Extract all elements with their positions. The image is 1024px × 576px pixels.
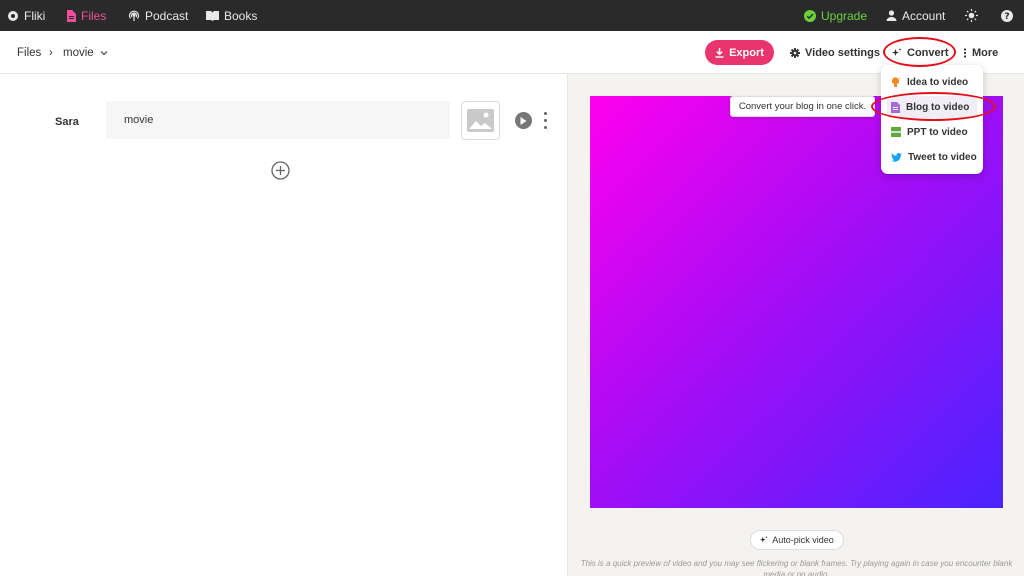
dot-icon <box>543 119 547 122</box>
breadcrumb-separator: › <box>49 31 53 74</box>
upgrade-button[interactable]: Upgrade <box>804 0 867 31</box>
top-navigation-bar: Fliki Files Podcast Books Upgrade Accoun… <box>0 0 1024 31</box>
more-label: More <box>972 46 999 59</box>
play-icon <box>520 116 527 125</box>
brand-logo[interactable]: Fliki <box>7 0 45 31</box>
chevron-down-icon <box>100 50 108 55</box>
theme-toggle-button[interactable] <box>965 0 978 31</box>
account-button[interactable]: Account <box>886 0 945 31</box>
project-header: Files › movie Export Video settings Conv… <box>0 31 1024 74</box>
more-vertical-icon <box>963 47 967 58</box>
nav-books-label: Books <box>224 8 258 23</box>
menu-item-label: Idea to video <box>907 76 969 88</box>
file-icon <box>67 9 76 22</box>
menu-item-label: Tweet to video <box>908 151 977 163</box>
breadcrumb-current-file[interactable]: movie <box>63 31 108 74</box>
slides-icon <box>891 127 901 137</box>
nav-files-label: Files <box>81 8 107 23</box>
play-scene-button[interactable] <box>515 112 532 129</box>
add-scene-button[interactable] <box>271 161 290 180</box>
brand-name: Fliki <box>24 8 46 23</box>
scene-options-button[interactable] <box>541 112 549 129</box>
menu-item-tweet-to-video[interactable]: Tweet to video <box>887 146 977 168</box>
podcast-icon <box>128 10 140 21</box>
preview-disclaimer: This is a quick preview of video and you… <box>580 559 1013 576</box>
gear-icon <box>790 47 800 58</box>
dot-icon <box>543 126 547 129</box>
video-settings-button[interactable]: Video settings <box>790 31 880 74</box>
export-button[interactable]: Export <box>705 40 774 65</box>
fliki-logo-icon <box>8 10 18 21</box>
breadcrumb-current: movie <box>63 46 94 59</box>
user-icon <box>886 10 897 21</box>
help-icon: ? <box>1001 9 1013 22</box>
account-label: Account <box>902 8 946 23</box>
export-label: Export <box>729 46 764 59</box>
lightbulb-icon <box>891 76 901 87</box>
scene-text-input[interactable]: movie <box>106 101 450 139</box>
help-button[interactable]: ? <box>1001 0 1013 31</box>
sun-icon <box>965 9 978 22</box>
svg-text:?: ? <box>1004 12 1009 22</box>
upgrade-label: Upgrade <box>821 8 868 23</box>
video-settings-label: Video settings <box>805 46 880 59</box>
sparkle-icon <box>892 47 902 56</box>
check-badge-icon <box>804 9 816 22</box>
nav-podcast[interactable]: Podcast <box>128 0 188 31</box>
book-icon <box>206 11 219 21</box>
nav-podcast-label: Podcast <box>145 8 189 23</box>
nav-books[interactable]: Books <box>206 0 257 31</box>
nav-files[interactable]: Files <box>66 0 106 31</box>
menu-item-blog-to-video[interactable]: Blog to video <box>887 96 977 118</box>
download-icon <box>715 47 724 58</box>
dot-icon <box>543 112 547 115</box>
twitter-icon <box>891 152 902 162</box>
document-icon <box>891 101 900 113</box>
menu-item-idea-to-video[interactable]: Idea to video <box>887 71 977 93</box>
scene-media-thumbnail[interactable] <box>461 101 500 140</box>
auto-pick-video-button[interactable]: Auto-pick video <box>750 530 844 550</box>
breadcrumb-files[interactable]: Files <box>17 31 41 74</box>
menu-item-ppt-to-video[interactable]: PPT to video <box>887 121 977 143</box>
breadcrumb-sep-text: › <box>49 46 53 59</box>
convert-label: Convert <box>907 46 949 59</box>
convert-dropdown-menu: Idea to video Blog to video PPT to video… <box>881 65 983 174</box>
sparkle-icon <box>760 536 768 543</box>
image-placeholder-icon <box>467 109 494 132</box>
auto-pick-label: Auto-pick video <box>772 535 834 545</box>
convert-tooltip: Convert your blog in one click. <box>730 96 875 117</box>
script-editor-panel <box>0 74 567 576</box>
menu-item-label: Blog to video <box>906 101 970 113</box>
voice-speaker-name[interactable]: Sara <box>55 116 79 128</box>
breadcrumb-root[interactable]: Files <box>17 47 41 59</box>
plus-circle-icon <box>271 161 290 180</box>
menu-item-label: PPT to video <box>907 126 968 138</box>
